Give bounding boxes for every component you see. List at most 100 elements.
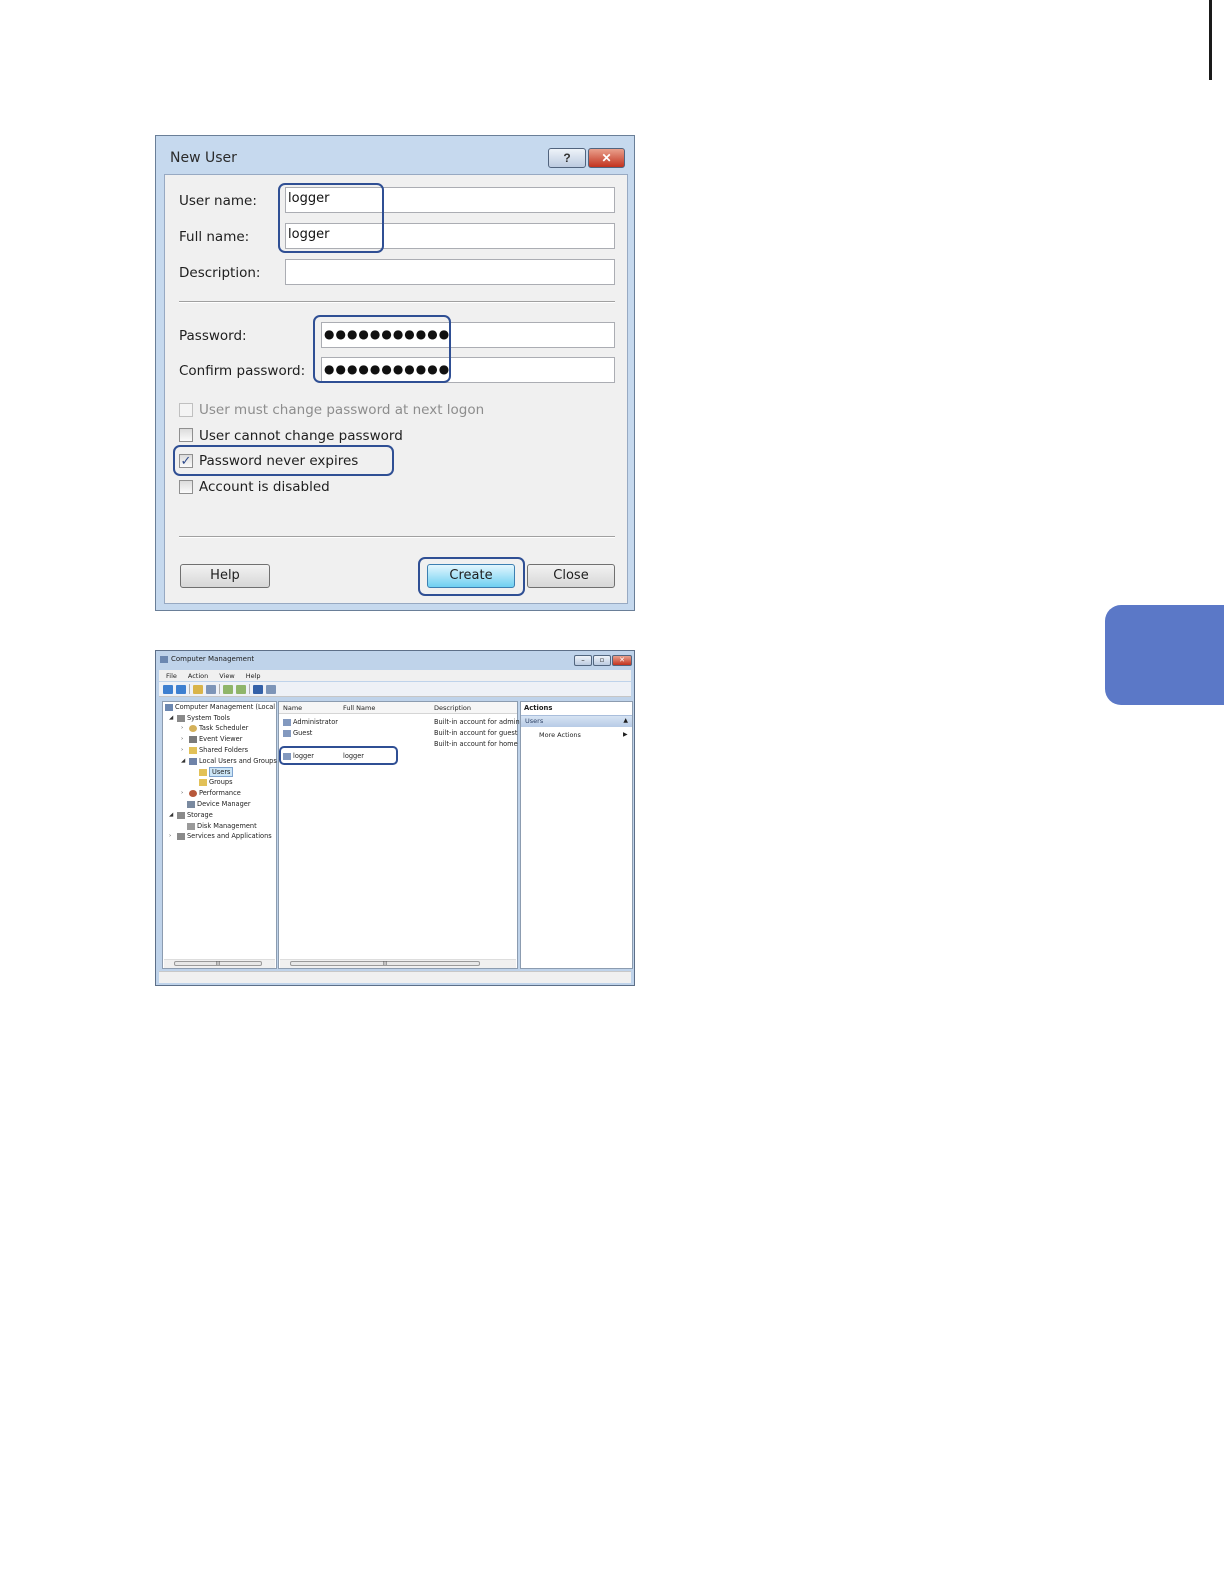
- page-margin-line: [1209, 0, 1212, 80]
- tree-label: Shared Folders: [199, 746, 249, 754]
- column-header-name[interactable]: Name: [283, 704, 302, 712]
- cannot-change-password-label: User cannot change password: [199, 428, 403, 444]
- clock-icon: [189, 724, 197, 732]
- more-actions-item[interactable]: More Actions: [539, 731, 581, 739]
- tree-item-local-users-and-groups[interactable]: ◢ Local Users and Groups: [181, 757, 277, 765]
- expanded-arrow-icon: ◢: [169, 715, 174, 721]
- show-action-pane-icon[interactable]: [266, 684, 276, 694]
- computer-management-icon: [160, 655, 168, 663]
- tree-item-device-manager[interactable]: Device Manager: [187, 800, 251, 808]
- must-change-password-checkbox[interactable]: [179, 403, 193, 417]
- collapsed-arrow-icon: ›: [181, 747, 184, 753]
- computer-icon: [165, 703, 173, 711]
- actions-pane: Actions Users ▲ More Actions ▶: [520, 701, 633, 969]
- folder-icon: [199, 778, 207, 786]
- expanded-arrow-icon: ◢: [169, 812, 174, 818]
- user-icon: [283, 718, 291, 726]
- tree-item-groups[interactable]: Groups: [199, 778, 233, 786]
- row-description: Built-in account for admin: [434, 718, 520, 726]
- collapsed-arrow-icon: ›: [181, 736, 184, 742]
- event-viewer-icon: [189, 735, 197, 743]
- chapter-side-tab: [1105, 605, 1224, 705]
- scroll-thumb[interactable]: III: [174, 961, 262, 967]
- separator: [179, 301, 615, 303]
- tree-label: System Tools: [187, 714, 230, 722]
- menu-view[interactable]: View: [219, 672, 234, 680]
- tree-label-selected: Users: [209, 767, 234, 777]
- menu-action[interactable]: Action: [188, 672, 208, 680]
- help-title-button[interactable]: ?: [548, 148, 586, 168]
- close-button[interactable]: Close: [527, 564, 615, 588]
- toolbar-separator: [249, 684, 250, 694]
- separator: [179, 536, 615, 538]
- close-icon: ✕: [601, 151, 612, 165]
- list-horizontal-scrollbar[interactable]: III: [280, 959, 516, 968]
- help-icon[interactable]: [253, 684, 263, 694]
- list-item[interactable]: Administrator: [283, 718, 338, 726]
- dialog-title: New User: [170, 150, 237, 166]
- dialog-client-area: User name: logger Full name: logger Desc…: [164, 174, 628, 604]
- tree-item-computer-management[interactable]: Computer Management (Local: [165, 703, 275, 711]
- must-change-password-label: User must change password at next logon: [199, 402, 485, 418]
- back-arrow-icon[interactable]: [163, 684, 173, 694]
- tree-item-disk-management[interactable]: Disk Management: [187, 822, 257, 830]
- show-tree-icon[interactable]: [206, 684, 216, 694]
- actions-section-label: Users: [525, 717, 544, 725]
- refresh-icon[interactable]: [223, 684, 233, 694]
- forward-arrow-icon[interactable]: [176, 684, 186, 694]
- storage-icon: [177, 811, 185, 819]
- tree-item-users[interactable]: Users: [199, 767, 234, 777]
- new-user-dialog: New User ? ✕ User name: logger Full name…: [155, 135, 635, 611]
- tree-item-services-and-applications[interactable]: › Services and Applications: [169, 832, 272, 840]
- tree-item-storage[interactable]: ◢ Storage: [169, 811, 213, 819]
- collapsed-arrow-icon: ›: [169, 833, 172, 839]
- collapsed-arrow-icon: ›: [181, 725, 184, 731]
- tree-item-shared-folders[interactable]: › Shared Folders: [181, 746, 248, 754]
- toolbar-separator: [189, 684, 190, 694]
- tree-label: Disk Management: [197, 822, 257, 830]
- account-disabled-label: Account is disabled: [199, 479, 330, 495]
- tools-icon: [177, 714, 185, 722]
- user-icon: [283, 729, 291, 737]
- minimize-icon: –: [581, 656, 585, 664]
- device-icon: [187, 800, 195, 808]
- user-name-label: User name:: [179, 193, 257, 209]
- up-folder-icon[interactable]: [193, 684, 203, 694]
- window-close-button[interactable]: ✕: [612, 655, 632, 666]
- account-disabled-checkbox[interactable]: [179, 480, 193, 494]
- expanded-arrow-icon: ◢: [181, 758, 186, 764]
- export-list-icon[interactable]: [236, 684, 246, 694]
- password-fields-highlight: [313, 315, 451, 383]
- tree-item-event-viewer[interactable]: › Event Viewer: [181, 735, 242, 743]
- list-item[interactable]: Guest: [283, 729, 312, 737]
- column-header-description[interactable]: Description: [434, 704, 471, 712]
- cannot-change-password-checkbox[interactable]: [179, 428, 193, 442]
- question-icon: ?: [563, 151, 571, 165]
- menu-help[interactable]: Help: [246, 672, 261, 680]
- description-input[interactable]: [285, 259, 615, 285]
- maximize-button[interactable]: ▫: [593, 655, 611, 666]
- column-header-full-name[interactable]: Full Name: [343, 704, 375, 712]
- minimize-button[interactable]: –: [574, 655, 592, 666]
- tree-item-task-scheduler[interactable]: › Task Scheduler: [181, 724, 248, 732]
- menu-file[interactable]: File: [166, 672, 177, 680]
- tree-label: Services and Applications: [187, 832, 272, 840]
- password-label: Password:: [179, 328, 247, 344]
- actions-section-users[interactable]: Users ▲: [521, 715, 632, 727]
- row-description: Built-in account for home: [434, 740, 518, 748]
- tree-horizontal-scrollbar[interactable]: III: [164, 959, 275, 968]
- status-bar: [159, 971, 631, 983]
- help-button[interactable]: Help: [180, 564, 270, 588]
- window-title-text: Computer Management: [171, 655, 255, 663]
- close-title-button[interactable]: ✕: [588, 148, 625, 168]
- row-name: Guest: [293, 729, 313, 737]
- list-header: [279, 702, 517, 714]
- disk-icon: [187, 822, 195, 830]
- collapsed-arrow-icon: ›: [181, 790, 184, 796]
- tree-item-performance[interactable]: › Performance: [181, 789, 241, 797]
- services-icon: [177, 832, 185, 840]
- tree-label: Local Users and Groups: [199, 757, 277, 765]
- toolbar: [159, 682, 631, 697]
- scroll-thumb[interactable]: III: [290, 961, 480, 967]
- tree-item-system-tools[interactable]: ◢ System Tools: [169, 714, 230, 722]
